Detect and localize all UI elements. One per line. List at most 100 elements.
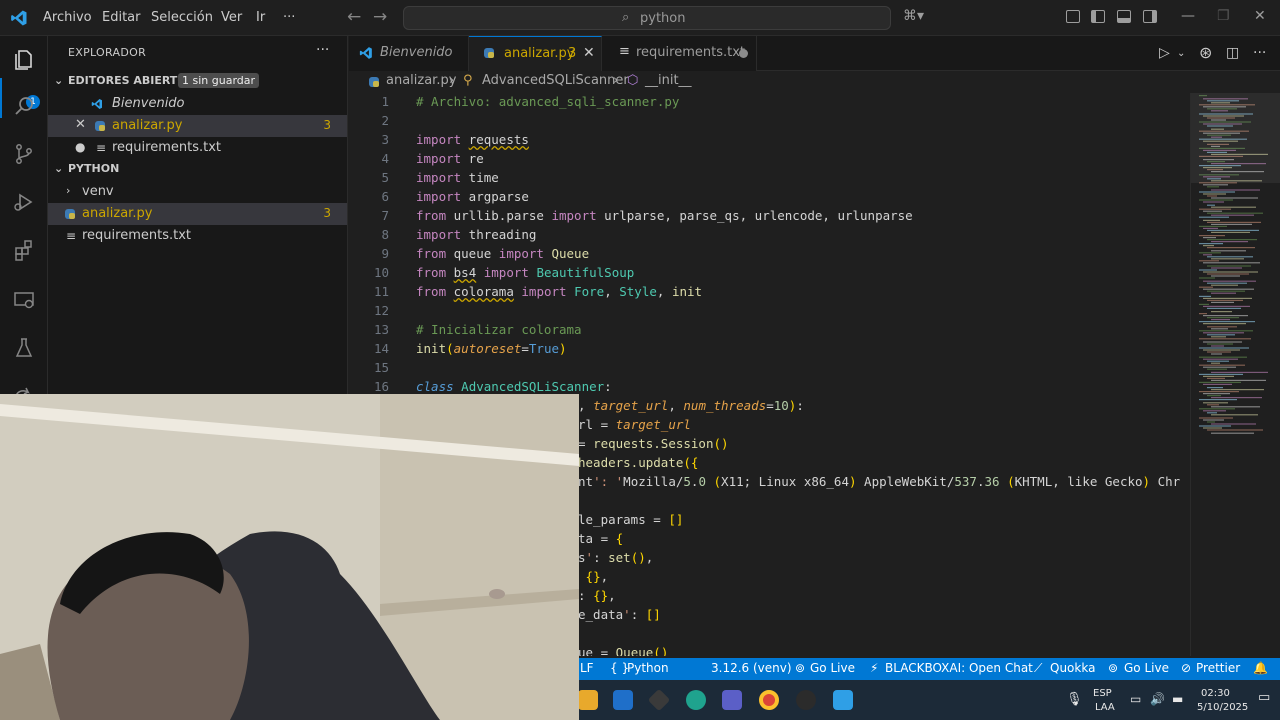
display-icon[interactable]: ▭ [1130,692,1141,706]
tab-analizar[interactable]: analizar.py 3 ✕ [469,36,602,71]
file-explorer-taskbar-icon[interactable] [578,690,598,710]
minimap-line [1207,404,1219,406]
minimap-line [1211,223,1252,225]
folder-section[interactable]: ⌄ PYTHON [48,159,347,181]
menu-ir[interactable]: Ir [256,10,265,25]
minimap-line [1199,347,1249,349]
close-window-icon[interactable]: ✕ [1254,8,1266,24]
teams-taskbar-icon[interactable] [722,690,742,710]
status-quokka[interactable]: Quokka [1050,661,1095,675]
menu-editar[interactable]: Editar [102,10,141,25]
microphone-icon[interactable]: 🎙 [1066,692,1083,707]
source-control-icon[interactable] [12,142,36,166]
minimap-line [1199,373,1243,375]
minimap-line [1199,330,1253,332]
notification-center-icon[interactable]: ▭ [1258,690,1270,705]
minimap-line [1199,338,1251,340]
explorer-icon[interactable] [12,48,36,72]
volume-icon[interactable]: 🔊 [1150,692,1165,706]
customize-layout-icon[interactable] [1066,10,1080,23]
remote-explorer-icon[interactable] [12,288,36,312]
minimap-line [1199,364,1245,366]
open-editor-item[interactable]: ● ≡ requirements.txt [48,137,347,159]
breadcrumb-class[interactable]: AdvancedSQLiScanner [482,73,629,88]
minimap-line [1207,221,1261,223]
status-prettier[interactable]: Prettier [1196,661,1240,675]
toggle-sidebar-icon[interactable] [1091,10,1105,23]
forward-arrow-icon[interactable]: → [373,7,387,27]
minimap[interactable] [1190,93,1280,656]
copilot-icon[interactable]: ⊛ [1199,43,1212,62]
clock-date[interactable]: 5/10/2025 [1197,702,1248,713]
battery-icon[interactable]: ▬ [1172,692,1183,706]
testing-icon[interactable] [12,336,36,360]
minimap-slider[interactable] [1191,93,1280,183]
store-taskbar-icon[interactable] [613,690,633,710]
github-taskbar-icon[interactable] [796,690,816,710]
status-go-live[interactable]: Go Live [810,661,855,675]
minimap-line [1211,292,1236,294]
line-number: 6 [381,189,389,204]
minimap-line [1203,393,1230,395]
vscode-logo-icon [11,10,27,26]
text-file-icon: ≡ [619,44,630,59]
more-actions-icon[interactable]: ··· [1253,45,1266,61]
command-center-search[interactable]: ⌕ python [403,6,891,30]
unsaved-dot-icon[interactable]: ● [75,140,85,154]
more-actions-icon[interactable]: ··· [316,42,329,58]
tab-label: Bienvenido [380,45,453,60]
keyboard-layout[interactable]: LAA [1095,702,1115,713]
language-indicator[interactable]: ESP [1093,688,1112,699]
code-line: : {}, [578,588,616,603]
status-eol[interactable]: LF [580,661,594,675]
menu-archivo[interactable]: Archivo [43,10,92,25]
tree-item-venv[interactable]: › venv [48,181,347,203]
toggle-secondary-sidebar-icon[interactable] [1143,10,1157,23]
breadcrumb-file[interactable]: analizar.py [386,73,456,88]
tab-requirements[interactable]: ≡ requirements.txt [602,36,757,71]
extensions-icon[interactable] [12,238,36,262]
vscode-taskbar-icon[interactable] [833,690,853,710]
open-editors-section[interactable]: ⌄ EDITORES ABIERTOS 1 sin guardar [48,71,347,93]
back-arrow-icon[interactable]: ← [347,7,361,27]
chrome-taskbar-icon[interactable] [759,690,779,710]
edge-taskbar-icon[interactable] [686,690,706,710]
split-editor-icon[interactable]: ◫ [1226,45,1239,61]
close-icon[interactable]: ✕ [75,117,86,132]
minimap-line [1199,243,1223,245]
status-language[interactable]: Python [627,661,669,675]
status-go-live-2[interactable]: Go Live [1124,661,1169,675]
menu-more[interactable]: ··· [283,10,295,25]
tree-item-label: analizar.py [82,206,153,221]
close-icon[interactable]: ✕ [583,45,595,61]
run-debug-icon[interactable] [12,190,36,214]
notifications-icon[interactable]: 🔔 [1253,661,1268,675]
tab-bienvenido[interactable]: Bienvenido [349,36,469,71]
toggle-panel-icon[interactable] [1117,10,1131,23]
unsaved-dot-icon[interactable] [739,49,748,58]
open-editor-item[interactable]: ✕ analizar.py 3 [48,115,347,137]
search-icon[interactable] [12,94,36,118]
maximize-icon[interactable]: ❐ [1217,8,1230,24]
status-interpreter[interactable]: 3.12.6 (venv) [711,661,792,675]
minimap-line [1203,349,1240,351]
status-blackbox[interactable]: BLACKBOXAI: Open Chat [885,661,1033,675]
line-number: 12 [373,303,389,318]
minimap-line [1203,383,1232,385]
copilot-icon[interactable]: ⌘▾ [903,8,924,24]
chevron-down-icon: ⌄ [54,74,64,87]
chevron-down-icon[interactable]: ⌄ [1177,48,1185,59]
tree-item-analizar[interactable]: analizar.py 3 [48,203,347,225]
minimap-line [1211,432,1254,434]
tree-item-requirements[interactable]: ≡ requirements.txt [48,225,347,247]
clock-time[interactable]: 02:30 [1201,688,1230,699]
minimap-line [1211,197,1258,199]
run-icon[interactable]: ▷ [1159,45,1170,61]
breadcrumb-method[interactable]: __init__ [645,73,692,88]
python-file-icon [369,77,379,87]
menu-seleccion[interactable]: Selección [151,10,213,25]
minimize-icon[interactable]: — [1181,8,1195,24]
code-line: import argparse [416,189,529,204]
open-editor-item[interactable]: Bienvenido [48,93,347,115]
menu-ver[interactable]: Ver [221,10,242,25]
